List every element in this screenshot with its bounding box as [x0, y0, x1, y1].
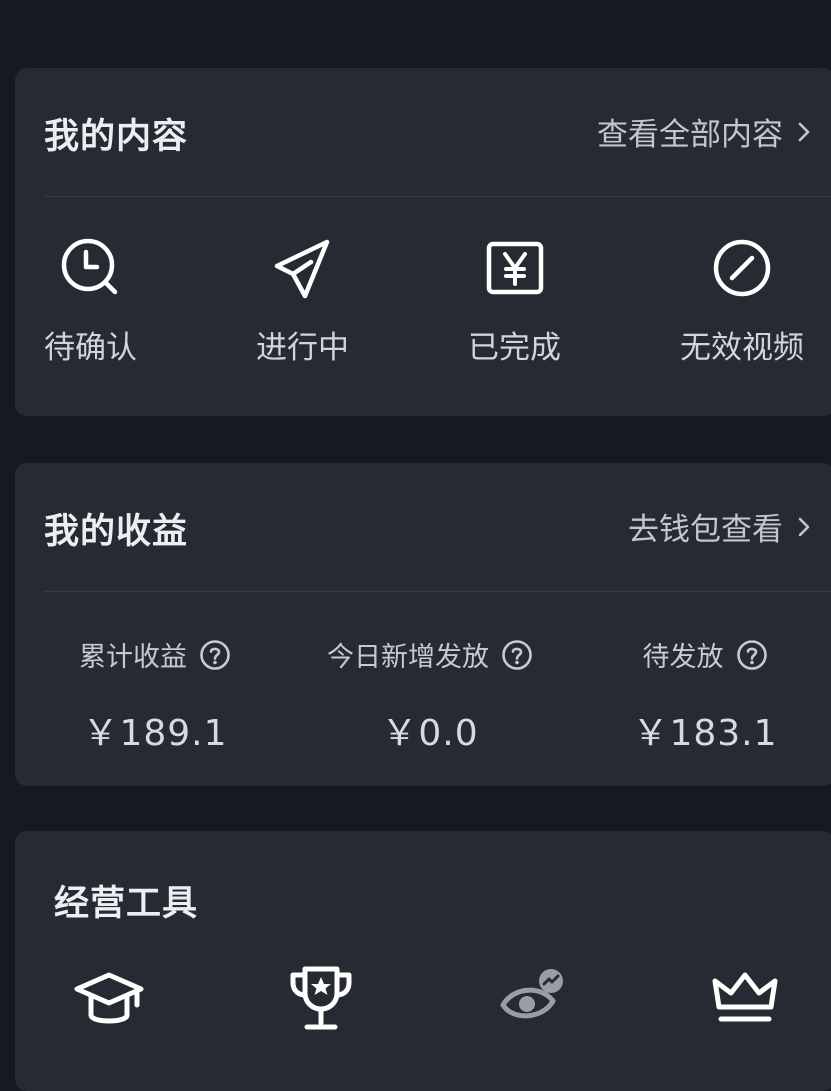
tool-rankings[interactable]: [281, 963, 361, 1043]
circle-slash-icon: [713, 239, 771, 297]
status-completed[interactable]: 已完成: [468, 236, 561, 367]
clock-search-icon: [61, 238, 117, 295]
earnings-divider: [44, 591, 831, 592]
status-invalid-video-label: 无效视频: [680, 330, 804, 366]
creator-center-page: 我的内容 查看全部内容 待确认 进行中 已完成 无效视频 我的收益 去钱包查看 …: [0, 0, 831, 1091]
status-pending[interactable]: 待确认: [44, 236, 137, 367]
tool-academy[interactable]: [69, 963, 149, 1043]
my-earnings-title: 我的收益: [44, 512, 189, 552]
content-divider: [44, 196, 831, 197]
metric-pending-issue-label: 待发放: [642, 642, 724, 673]
status-completed-label: 已完成: [468, 330, 561, 366]
yen-box-icon: [486, 241, 543, 295]
my-content-title: 我的内容: [44, 117, 189, 157]
view-all-content-link[interactable]: 查看全部内容: [597, 109, 811, 154]
chevron-right-icon: [798, 122, 810, 141]
help-icon[interactable]: [736, 639, 768, 671]
trophy-icon: [290, 966, 352, 1030]
metric-today-issued-value: ￥0.0: [381, 713, 479, 754]
my-earnings-card: 我的收益 去钱包查看 累计收益 ￥189.1 今日新增发放 ￥0.0 待发放 ￥…: [15, 463, 831, 786]
metric-total-earnings-label: 累计收益: [79, 642, 187, 673]
metric-today-issued-label: 今日新增发放: [327, 642, 489, 673]
help-icon[interactable]: [501, 639, 533, 671]
metric-total-earnings-value: ￥189.1: [82, 713, 228, 754]
metric-today-issued: 今日新增发放 ￥0.0: [300, 635, 560, 756]
go-to-wallet-label: 去钱包查看: [628, 512, 783, 548]
chevron-right-icon: [798, 517, 810, 536]
paper-plane-icon: [274, 239, 329, 299]
business-tools-card: 经营工具: [15, 831, 831, 1091]
crown-icon: [712, 972, 778, 1022]
business-tools-title: 经营工具: [54, 884, 199, 924]
metric-pending-issue: 待发放 ￥183.1: [575, 635, 831, 756]
status-in-progress-label: 进行中: [256, 330, 349, 366]
graduation-cap-icon: [74, 972, 144, 1024]
tool-membership[interactable]: [705, 963, 785, 1043]
view-all-content-label: 查看全部内容: [597, 117, 783, 153]
help-icon[interactable]: [199, 639, 231, 671]
go-to-wallet-link[interactable]: 去钱包查看: [628, 504, 811, 549]
status-invalid-video[interactable]: 无效视频: [680, 236, 804, 367]
my-content-card: 我的内容 查看全部内容 待确认 进行中 已完成 无效视频: [15, 68, 831, 416]
metric-pending-issue-value: ￥183.1: [632, 713, 778, 754]
status-pending-label: 待确认: [44, 330, 137, 366]
tool-insights[interactable]: [493, 963, 573, 1043]
eye-trend-icon: [500, 969, 563, 1019]
metric-total-earnings: 累计收益 ￥189.1: [25, 635, 285, 756]
status-in-progress[interactable]: 进行中: [256, 236, 349, 367]
